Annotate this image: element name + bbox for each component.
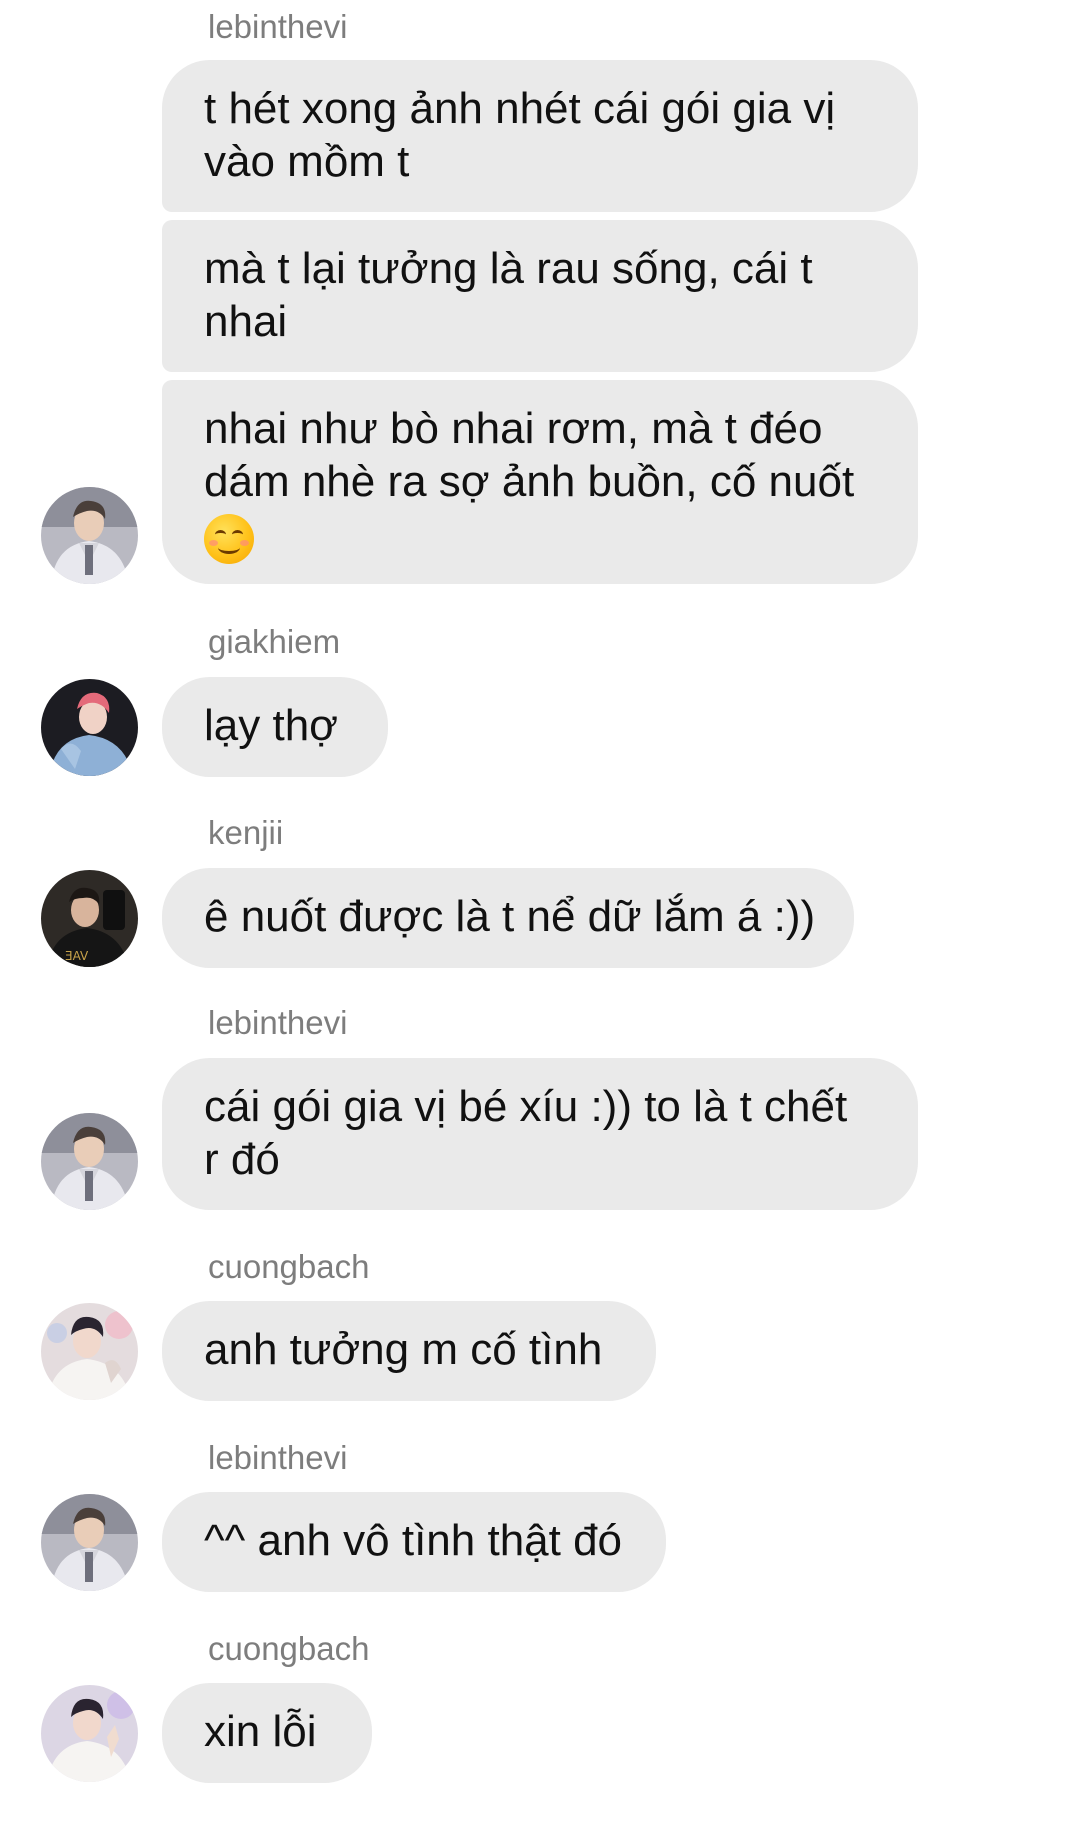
message-text: xin lỗi <box>204 1707 317 1756</box>
message-text: mà t lại tưởng là rau sống, cái t <box>204 244 813 293</box>
message-text: ^^ anh vô tình thật đó <box>204 1516 623 1565</box>
sender-name: lebinthevi <box>208 1439 348 1476</box>
sender-name: cuongbach <box>208 1630 370 1667</box>
message-text: cái gói gia vị bé xíu :)) to là t chết <box>204 1082 848 1131</box>
message-bubble[interactable]: xin lỗi <box>162 1683 372 1783</box>
message-bubble[interactable]: ^^ anh vô tình thật đó <box>162 1492 666 1592</box>
message-bubble[interactable]: mà t lại tưởng là rau sống, cái t nhai <box>162 220 918 372</box>
sender-name: kenjii <box>208 814 284 851</box>
message-text: nhai như bò nhai rơm, mà t đéo <box>204 404 823 453</box>
message-bubble[interactable]: cái gói gia vị bé xíu :)) to là t chết r… <box>162 1058 918 1210</box>
svg-text:ƎAV: ƎAV <box>65 949 89 963</box>
message-text: nhai <box>204 297 288 346</box>
sender-name: cuongbach <box>208 1248 370 1285</box>
message-text: t hét xong ảnh nhét cái gói gia vị <box>204 84 836 133</box>
avatar-giakhiem[interactable] <box>41 679 138 776</box>
message-bubble[interactable]: t hét xong ảnh nhét cái gói gia vị vào m… <box>162 60 918 212</box>
sender-name: lebinthevi <box>208 1004 348 1041</box>
message-text: lạy thợ <box>204 701 339 750</box>
message-bubble[interactable]: lạy thợ <box>162 677 388 777</box>
avatar-lebinthevi[interactable] <box>41 1113 138 1210</box>
message-bubble[interactable]: anh tưởng m cố tình <box>162 1301 656 1401</box>
message-text: r đó <box>204 1135 280 1184</box>
smiling-face-icon <box>204 514 254 565</box>
message-text: ê nuốt được là t nể dữ lắm á :)) <box>204 892 816 941</box>
message-text: anh tưởng m cố tình <box>204 1325 603 1374</box>
avatar-kenjii[interactable]: ƎAV <box>41 870 138 967</box>
avatar-cuongbach[interactable] <box>41 1685 138 1782</box>
sender-name: lebinthevi <box>208 8 348 45</box>
message-bubble[interactable]: nhai như bò nhai rơm, mà t đéo dám nhè r… <box>162 380 918 584</box>
sender-name: giakhiem <box>208 623 341 660</box>
chat-thread: lebinthevi t hét xong ảnh nhét cái gói g… <box>0 0 1080 1824</box>
message-text: vào mồm t <box>204 137 410 186</box>
message-bubble[interactable]: ê nuốt được là t nể dữ lắm á :)) <box>162 868 854 968</box>
message-text: dám nhè ra sợ ảnh buồn, cố nuốt <box>204 457 855 506</box>
avatar-lebinthevi[interactable] <box>41 1494 138 1591</box>
avatar-lebinthevi[interactable] <box>41 487 138 584</box>
avatar-cuongbach[interactable] <box>41 1303 138 1400</box>
